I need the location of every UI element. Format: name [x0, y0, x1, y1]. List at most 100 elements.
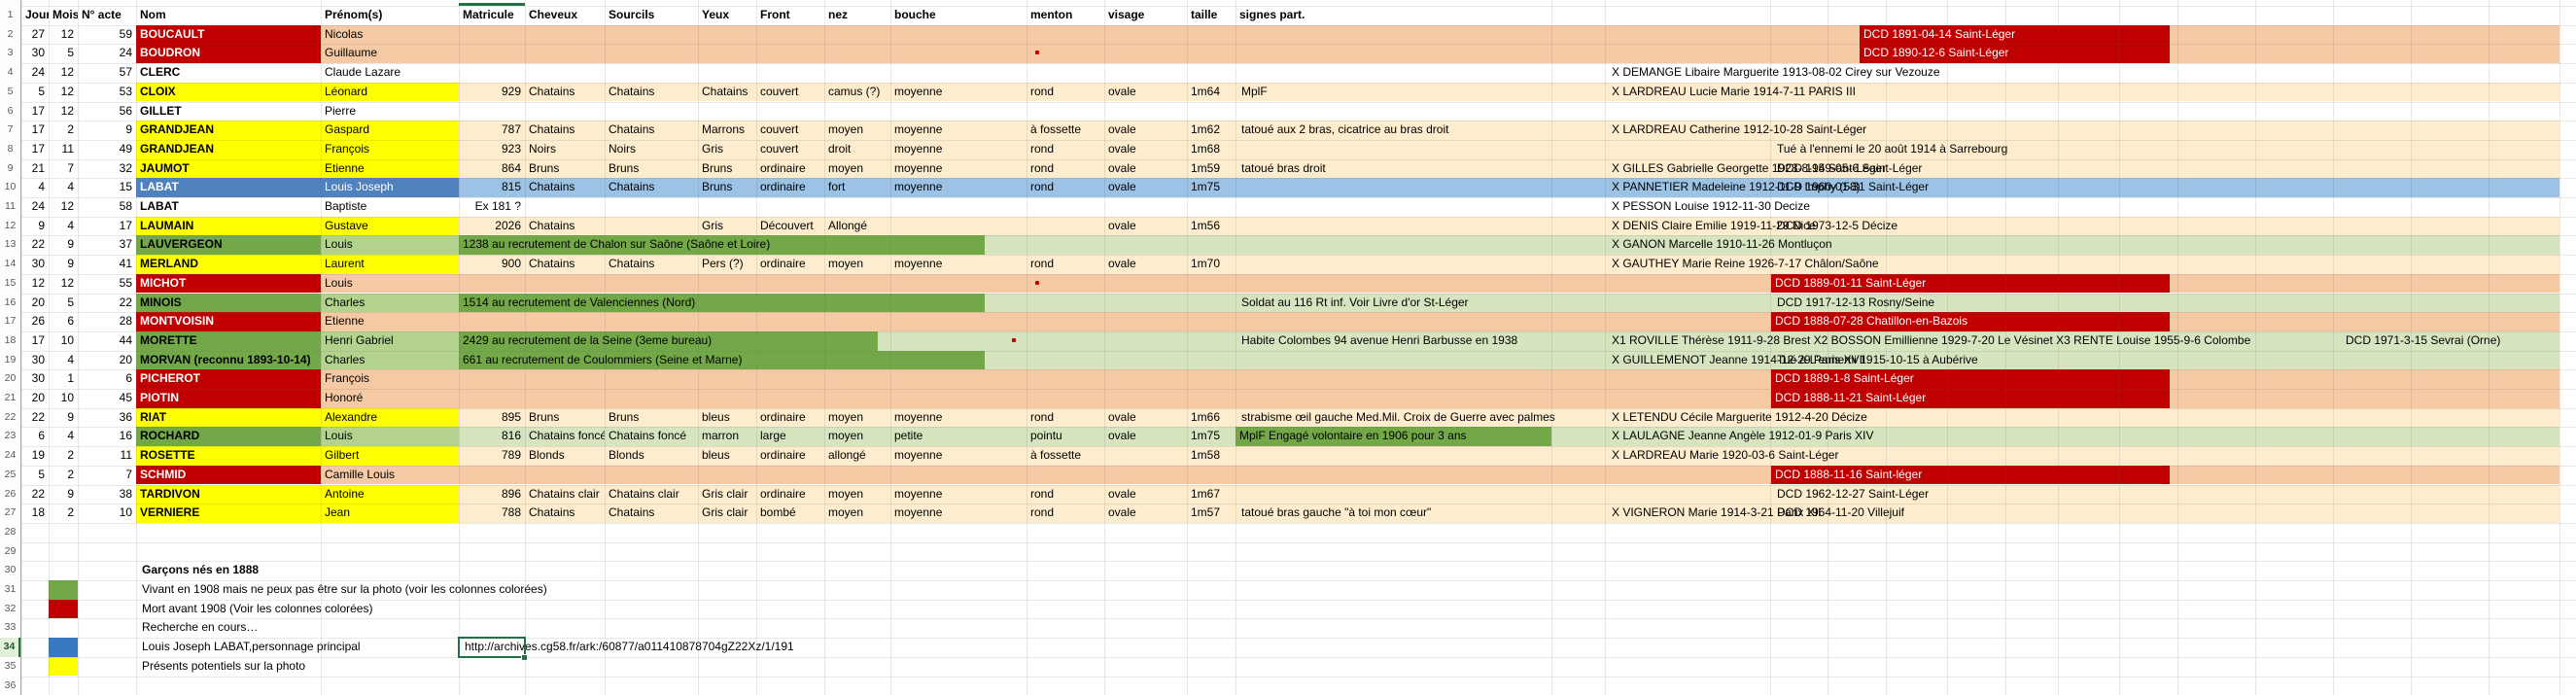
dcd-cell[interactable]: DCD 1888-07-28 Chatillon-en-Bazois	[1771, 312, 2170, 331]
cell-deces-note[interactable]: DCD 1964-11-20 Villejuif	[1775, 504, 1906, 523]
cell-bouche[interactable]: moyenne	[890, 121, 1027, 140]
cell-menton[interactable]: rond	[1027, 178, 1104, 197]
cell-jour[interactable]: 20	[21, 294, 49, 313]
cell-mois[interactable]: 1	[49, 369, 78, 389]
row-header[interactable]: 26	[0, 485, 20, 504]
column-header-nom[interactable]: Nom	[136, 6, 321, 25]
cell-front[interactable]: ordinaire	[756, 178, 824, 197]
dcd-cell[interactable]: DCD 1888-11-21 Saint-Léger	[1771, 389, 2170, 408]
cell-matricule[interactable]: 929	[459, 83, 525, 102]
cell-front[interactable]: Découvert	[756, 217, 824, 236]
legend-label[interactable]: Recherche en cours…	[140, 618, 260, 638]
cell-mois[interactable]: 11	[49, 140, 78, 159]
cell-cheveux[interactable]: Chatains clair	[525, 485, 605, 504]
cell-front[interactable]: couvert	[756, 83, 824, 102]
cell-prenom[interactable]: Baptiste	[321, 197, 459, 217]
cell-visage[interactable]: ovale	[1104, 178, 1187, 197]
cell-matricule[interactable]: 788	[459, 504, 525, 523]
cell-mois[interactable]: 7	[49, 159, 78, 179]
cell-bouche[interactable]: moyenne	[890, 504, 1027, 523]
cell-mois[interactable]: 12	[49, 274, 78, 294]
cell-menton[interactable]: à fossette	[1027, 446, 1104, 466]
dcd-cell[interactable]: DCD 1891-04-14 Saint-Léger	[1860, 25, 2170, 45]
cell-yeux[interactable]: Bruns	[698, 159, 756, 179]
fill-handle[interactable]	[521, 654, 528, 661]
cell-n-acte[interactable]: 22	[78, 294, 136, 313]
cell-taille[interactable]: 1m66	[1187, 408, 1236, 428]
matricule-note-cell[interactable]: 661 au recrutement de Coulommiers (Seine…	[459, 351, 985, 370]
row-header[interactable]: 20	[0, 369, 20, 389]
cell-nom[interactable]: GRANDJEAN	[136, 121, 321, 140]
matricule-note-cell[interactable]: 1238 au recrutement de Chalon sur Saône …	[459, 235, 985, 255]
cell-yeux[interactable]: Bruns	[698, 178, 756, 197]
cell-jour[interactable]: 30	[21, 44, 49, 63]
cell-mois[interactable]: 2	[49, 446, 78, 466]
cell-yeux[interactable]: Gris	[698, 217, 756, 236]
cell-conjoint[interactable]: X DEMANGE Libaire Marguerite 1913-08-02 …	[1610, 63, 1942, 83]
cell-mois[interactable]: 4	[49, 351, 78, 370]
cell-n-acte[interactable]: 28	[78, 312, 136, 331]
cell-prenom[interactable]: Nicolas	[321, 25, 459, 45]
cell-front[interactable]: couvert	[756, 140, 824, 159]
legend-title[interactable]: Garçons nés en 1888	[140, 561, 261, 580]
cell-jour[interactable]: 20	[21, 389, 49, 408]
cell-n-acte[interactable]: 10	[78, 504, 136, 523]
cell-sourcils[interactable]: Chatains	[605, 83, 698, 102]
cell-front[interactable]: ordinaire	[756, 408, 824, 428]
cell-yeux[interactable]: Marrons	[698, 121, 756, 140]
cell-nez[interactable]: droit	[824, 140, 890, 159]
column-header-nez[interactable]: nez	[824, 6, 890, 25]
cell-mois[interactable]: 9	[49, 408, 78, 428]
cell-matricule[interactable]: 864	[459, 159, 525, 179]
cell-nom[interactable]: GILLET	[136, 102, 321, 122]
cell-nom[interactable]: TARDIVON	[136, 485, 321, 504]
column-header-sourcils[interactable]: Sourcils	[605, 6, 698, 25]
column-header-signes-part[interactable]: signes part.	[1236, 6, 1551, 25]
row-header[interactable]: 15	[0, 274, 20, 294]
column-header-cheveux[interactable]: Cheveux	[525, 6, 605, 25]
cell-visage[interactable]: ovale	[1104, 255, 1187, 274]
row-header[interactable]: 9	[0, 159, 20, 179]
cell-conjoint[interactable]: X GANON Marcelle 1910-11-26 Montluçon	[1610, 235, 1834, 255]
legend-swatch[interactable]	[49, 638, 78, 657]
cell-matricule[interactable]: 816	[459, 427, 525, 446]
signes-highlight-cell[interactable]: MplF Engagé volontaire en 1906 pour 3 an…	[1236, 427, 1551, 446]
cell-visage[interactable]: ovale	[1104, 83, 1187, 102]
cell-nom[interactable]: MINOIS	[136, 294, 321, 313]
cell-signes[interactable]: strabisme œil gauche Med.Mil. Croix de G…	[1239, 408, 1557, 428]
cell-signes[interactable]: tatoué aux 2 bras, cicatrice au bras dro…	[1239, 121, 1450, 140]
cell-yeux[interactable]: marron	[698, 427, 756, 446]
column-header-menton[interactable]: menton	[1027, 6, 1104, 25]
cell-taille[interactable]: 1m70	[1187, 255, 1236, 274]
cell-menton[interactable]: rond	[1027, 140, 1104, 159]
cell-sourcils[interactable]: Chatains clair	[605, 485, 698, 504]
cell-cheveux[interactable]: Noirs	[525, 140, 605, 159]
cell-conjoint[interactable]: X LARDREAU Marie 1920-03-6 Saint-Léger	[1610, 446, 1840, 466]
cell-matricule[interactable]: 787	[459, 121, 525, 140]
cell-sourcils[interactable]: Chatains	[605, 504, 698, 523]
cell-visage[interactable]: ovale	[1104, 140, 1187, 159]
cell-prenom[interactable]: Louis	[321, 235, 459, 255]
cell-n-acte[interactable]: 36	[78, 408, 136, 428]
cell-signes[interactable]: Habite Colombes 94 avenue Henri Barbusse…	[1239, 331, 1519, 351]
cell-visage[interactable]: ovale	[1104, 159, 1187, 179]
cell-prenom[interactable]: Pierre	[321, 102, 459, 122]
cell-jour[interactable]: 19	[21, 446, 49, 466]
cell-jour[interactable]: 30	[21, 369, 49, 389]
cell-yeux[interactable]: Pers (?)	[698, 255, 756, 274]
cell-nez[interactable]: camus (?)	[824, 83, 890, 102]
cell-matricule[interactable]: 895	[459, 408, 525, 428]
cell-nom[interactable]: MONTVOISIN	[136, 312, 321, 331]
cell-yeux[interactable]: Chatains	[698, 83, 756, 102]
cell-visage[interactable]: ovale	[1104, 408, 1187, 428]
row-header[interactable]: 2	[0, 25, 20, 45]
cell-mois[interactable]: 12	[49, 63, 78, 83]
cell-mois[interactable]: 5	[49, 44, 78, 63]
cell-front[interactable]: ordinaire	[756, 446, 824, 466]
cell-cheveux[interactable]: Chatains	[525, 255, 605, 274]
cell-front[interactable]: large	[756, 427, 824, 446]
cell-nom[interactable]: SCHMID	[136, 466, 321, 485]
row-header[interactable]: 30	[0, 561, 20, 580]
cell-signes[interactable]: tatoué bras droit	[1239, 159, 1328, 179]
column-header-jour[interactable]: Jour	[21, 6, 49, 25]
